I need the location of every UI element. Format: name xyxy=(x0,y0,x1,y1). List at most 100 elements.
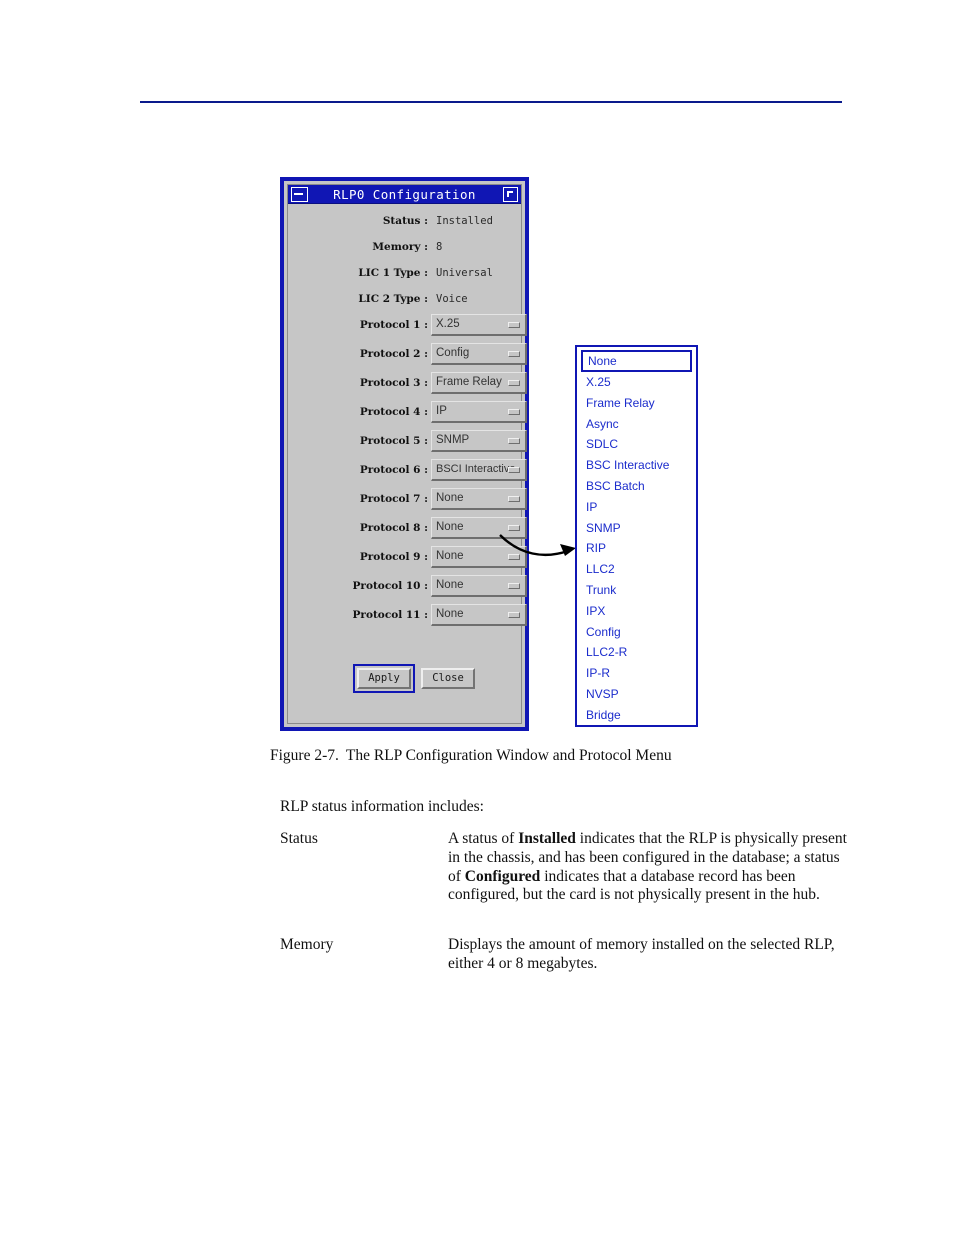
dropdown-value: SNMP xyxy=(436,434,470,446)
dropdown-indicator-icon xyxy=(508,409,520,415)
field-row-status: Status : Installed xyxy=(288,210,521,239)
window-button-bar: Apply Close xyxy=(288,664,521,696)
desc-bold-configured: Configured xyxy=(464,867,541,885)
menu-item-config[interactable]: Config xyxy=(577,622,696,643)
field-label: LIC 1 Type : xyxy=(358,267,428,279)
protocol-7-dropdown[interactable]: None xyxy=(431,488,527,510)
close-button[interactable]: Close xyxy=(421,668,475,689)
menu-item-bsc-batch[interactable]: BSC Batch xyxy=(577,476,696,497)
definition-description: Displays the amount of memory installed … xyxy=(448,936,848,974)
field-label: Protocol 10 : xyxy=(352,580,428,592)
menu-item-trunk[interactable]: Trunk xyxy=(577,580,696,601)
protocol-10-dropdown[interactable]: None xyxy=(431,575,527,597)
field-row-lic-1-type: LIC 1 Type : Universal xyxy=(288,262,521,291)
field-label: LIC 2 Type : xyxy=(358,293,428,305)
protocol-1-dropdown[interactable]: X.25 xyxy=(431,314,527,336)
menu-item-bsc-interactive[interactable]: BSC Interactive xyxy=(577,455,696,476)
definition-description: A status of Installed indicates that the… xyxy=(448,830,848,905)
protocol-3-dropdown[interactable]: Frame Relay xyxy=(431,372,527,394)
field-label: Protocol 1 : xyxy=(359,319,428,331)
menu-item-snmp[interactable]: SNMP xyxy=(577,518,696,539)
window-title: RLP0 Configuration xyxy=(333,187,476,202)
dropdown-indicator-icon xyxy=(508,351,520,357)
field-row-protocol-11: Protocol 11 : None xyxy=(288,604,527,633)
dropdown-indicator-icon xyxy=(508,380,520,386)
dropdown-value: BSCI Interactive xyxy=(436,463,516,475)
field-row-protocol-7: Protocol 7 : None xyxy=(288,488,527,517)
figure-caption: Figure 2-7. The RLP Configuration Window … xyxy=(270,747,672,765)
field-value: Voice xyxy=(436,293,468,305)
intro-paragraph: RLP status information includes: xyxy=(280,798,484,815)
field-row-memory: Memory : 8 xyxy=(288,236,521,265)
menu-item-x25[interactable]: X.25 xyxy=(577,372,696,393)
desc-text-1: A status of xyxy=(448,830,519,847)
field-row-protocol-8: Protocol 8 : None xyxy=(288,517,527,546)
dropdown-value: Config xyxy=(436,347,470,359)
field-row-protocol-5: Protocol 5 : SNMP xyxy=(288,430,527,459)
protocol-2-dropdown[interactable]: Config xyxy=(431,343,527,365)
dropdown-indicator-icon xyxy=(508,612,520,618)
menu-item-llc2-r[interactable]: LLC2-R xyxy=(577,642,696,663)
maximize-icon[interactable] xyxy=(503,187,518,202)
figure-caption-text: The RLP Configuration Window and Protoco… xyxy=(345,747,672,764)
dropdown-value: None xyxy=(436,579,464,591)
figure-number: Figure 2-7. xyxy=(270,747,339,764)
field-label: Protocol 5 : xyxy=(359,435,428,447)
apply-button[interactable]: Apply xyxy=(357,668,411,689)
menu-item-llc2[interactable]: LLC2 xyxy=(577,559,696,580)
menu-item-sdlc[interactable]: SDLC xyxy=(577,434,696,455)
field-label: Protocol 3 : xyxy=(359,377,428,389)
field-label: Protocol 9 : xyxy=(359,551,428,563)
field-label: Protocol 8 : xyxy=(359,522,428,534)
desc-bold-installed: Installed xyxy=(518,830,576,847)
desc-text-1: Displays the amount of memory installed … xyxy=(448,936,835,972)
menu-item-ipx[interactable]: IPX xyxy=(577,601,696,622)
dropdown-value: Frame Relay xyxy=(436,376,502,388)
menu-item-ip[interactable]: IP xyxy=(577,497,696,518)
dropdown-value: None xyxy=(436,492,464,504)
menu-item-ip-r[interactable]: IP-R xyxy=(577,663,696,684)
dropdown-value: X.25 xyxy=(436,318,460,330)
dropdown-value: IP xyxy=(436,405,447,417)
field-label: Protocol 7 : xyxy=(359,493,428,505)
dropdown-value: None xyxy=(436,550,464,562)
protocol-popup-menu[interactable]: None X.25 Frame Relay Async SDLC BSC Int… xyxy=(575,345,698,727)
field-label: Status : xyxy=(382,215,428,227)
protocol-11-dropdown[interactable]: None xyxy=(431,604,527,626)
protocol-5-dropdown[interactable]: SNMP xyxy=(431,430,527,452)
protocol-menu-list: None X.25 Frame Relay Async SDLC BSC Int… xyxy=(577,347,696,726)
protocol-4-dropdown[interactable]: IP xyxy=(431,401,527,423)
menu-item-none[interactable]: None xyxy=(581,350,692,372)
window-titlebar: RLP0 Configuration xyxy=(288,185,521,204)
menu-item-frame-relay[interactable]: Frame Relay xyxy=(577,393,696,414)
dropdown-indicator-icon xyxy=(508,438,520,444)
menu-item-async[interactable]: Async xyxy=(577,414,696,435)
field-row-protocol-1: Protocol 1 : X.25 xyxy=(288,314,527,343)
dropdown-value: None xyxy=(436,521,464,533)
field-value: Universal xyxy=(436,267,493,279)
definition-term: Status xyxy=(280,830,318,847)
field-row-protocol-3: Protocol 3 : Frame Relay xyxy=(288,372,527,401)
menu-item-bridge[interactable]: Bridge xyxy=(577,705,696,726)
field-value: Installed xyxy=(436,215,493,227)
field-label: Protocol 2 : xyxy=(359,348,428,360)
field-label: Memory : xyxy=(372,241,428,253)
field-label: Protocol 6 : xyxy=(359,464,428,476)
field-label: Protocol 4 : xyxy=(359,406,428,418)
field-label: Protocol 11 : xyxy=(352,609,428,621)
definition-term: Memory xyxy=(280,936,334,953)
field-row-protocol-6: Protocol 6 : BSCI Interactive xyxy=(288,459,527,488)
field-value: 8 xyxy=(436,241,443,253)
figure-2-7: RLP0 Configuration Status : Installed Me… xyxy=(0,0,954,1235)
field-row-protocol-9: Protocol 9 : None xyxy=(288,546,527,575)
field-row-protocol-10: Protocol 10 : None xyxy=(288,575,527,604)
menu-item-nvsp[interactable]: NVSP xyxy=(577,684,696,705)
window-inner-frame: RLP0 Configuration Status : Installed Me… xyxy=(287,184,527,724)
field-row-protocol-4: Protocol 4 : IP xyxy=(288,401,527,430)
field-row-protocol-2: Protocol 2 : Config xyxy=(288,343,527,372)
protocol-6-dropdown[interactable]: BSCI Interactive xyxy=(431,459,527,481)
rlp-configuration-window: RLP0 Configuration Status : Installed Me… xyxy=(280,177,529,731)
dropdown-value: None xyxy=(436,608,464,620)
window-client-area: Status : Installed Memory : 8 LIC 1 Type… xyxy=(288,204,527,723)
menu-item-rip[interactable]: RIP xyxy=(577,538,696,559)
